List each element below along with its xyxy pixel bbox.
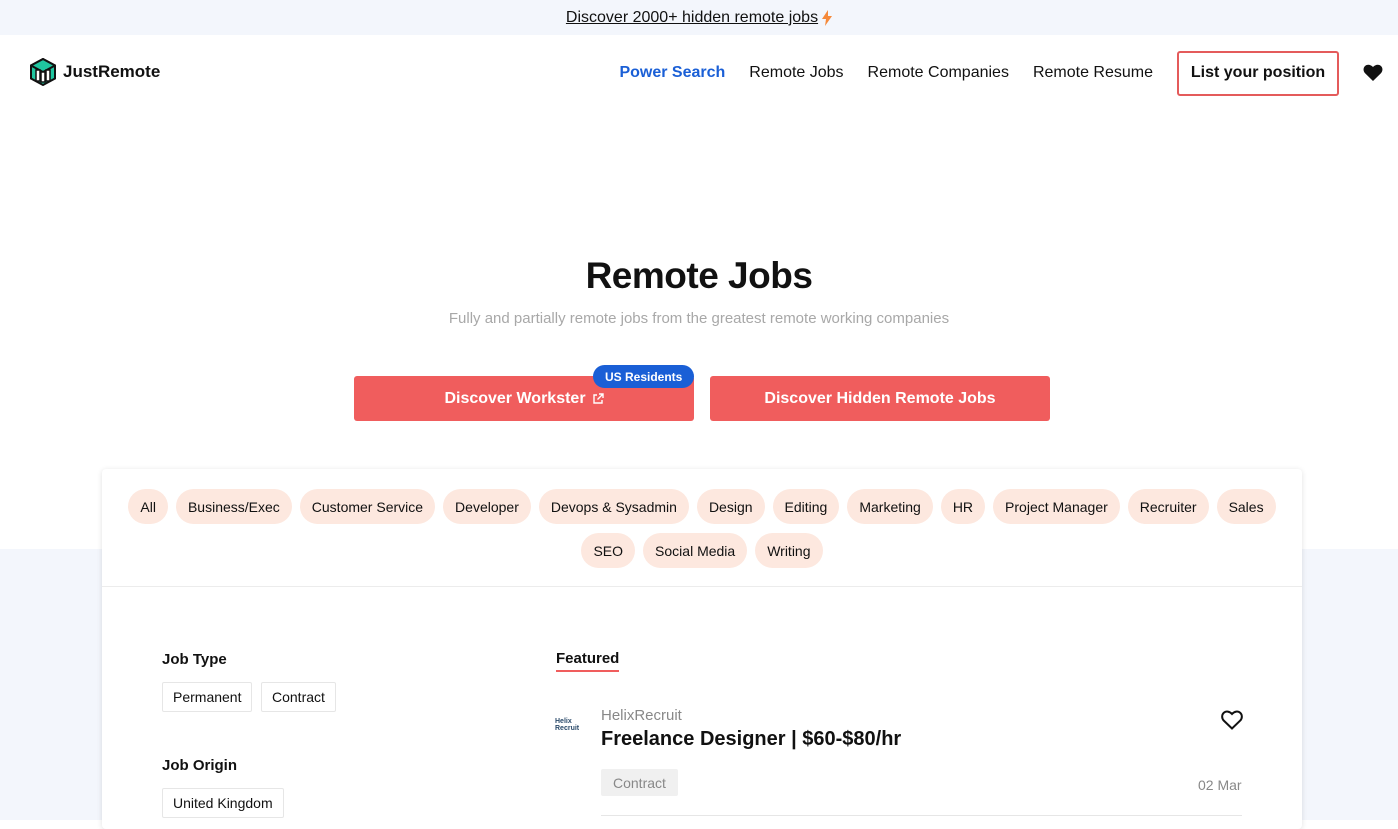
job-company: HelixRecruit <box>601 707 682 724</box>
filter-permanent[interactable]: Permanent <box>162 682 253 712</box>
category-chip[interactable]: Customer Service <box>299 489 436 524</box>
external-link-icon <box>592 392 604 404</box>
discover-workster-label: Discover Workster <box>444 389 586 407</box>
promo-link[interactable]: Discover 2000+ hidden remote jobs <box>566 9 818 27</box>
divider <box>601 815 1242 816</box>
category-chip[interactable]: Social Media <box>643 533 748 568</box>
company-logo-text-2: Recruit <box>555 725 580 732</box>
category-chip[interactable]: Developer <box>443 489 531 524</box>
jobs-card: All Business/Exec Customer Service Devel… <box>102 469 1302 829</box>
category-chip[interactable]: Writing <box>755 533 823 568</box>
category-chips: All Business/Exec Customer Service Devel… <box>102 469 1302 587</box>
justremote-logo-icon <box>30 58 56 86</box>
logo[interactable]: JustRemote <box>30 58 160 86</box>
category-chip[interactable]: Recruiter <box>1127 489 1209 524</box>
job-type-tag: Contract <box>601 769 678 796</box>
filter-contract[interactable]: Contract <box>261 682 336 712</box>
nav-power-search[interactable]: Power Search <box>619 64 725 82</box>
category-chip[interactable]: HR <box>940 489 986 524</box>
company-logo-text-1: Helix <box>555 718 572 725</box>
page-title: Remote Jobs <box>585 255 813 296</box>
save-heart-icon[interactable] <box>1221 710 1243 730</box>
category-chip[interactable]: Design <box>696 489 765 524</box>
category-chip[interactable]: Editing <box>772 489 840 524</box>
category-chip[interactable]: Devops & Sysadmin <box>538 489 689 524</box>
us-residents-badge: US Residents <box>593 365 695 388</box>
nav-remote-resume[interactable]: Remote Resume <box>1033 64 1153 82</box>
category-chip[interactable]: SEO <box>581 533 636 568</box>
filter-united-kingdom[interactable]: United Kingdom <box>162 788 284 818</box>
job-title[interactable]: Freelance Designer | $60-$80/hr <box>601 728 901 751</box>
promo-bar: Discover 2000+ hidden remote jobs <box>0 0 1398 35</box>
job-date: 02 Mar <box>1198 777 1242 793</box>
job-type-heading: Job Type <box>162 651 227 668</box>
tab-featured[interactable]: Featured <box>556 650 620 672</box>
page-subtitle: Fully and partially remote jobs from the… <box>448 310 950 327</box>
list-position-button[interactable]: List your position <box>1177 50 1339 96</box>
lightning-icon <box>822 9 833 26</box>
discover-hidden-jobs-button[interactable]: Discover Hidden Remote Jobs <box>710 376 1050 421</box>
company-logo: Helix Recruit <box>555 718 585 738</box>
category-chip[interactable]: Marketing <box>847 489 933 524</box>
nav-remote-companies[interactable]: Remote Companies <box>868 64 1009 82</box>
heart-icon[interactable] <box>1363 64 1383 82</box>
nav-remote-jobs[interactable]: Remote Jobs <box>749 64 843 82</box>
nav-links: Power Search Remote Jobs Remote Companie… <box>619 35 1398 111</box>
category-chip[interactable]: Sales <box>1216 489 1276 524</box>
job-origin-heading: Job Origin <box>162 757 237 774</box>
category-chip[interactable]: Project Manager <box>993 489 1120 524</box>
logo-text: JustRemote <box>63 62 161 81</box>
navbar: JustRemote Power Search Remote Jobs Remo… <box>0 35 1398 111</box>
category-chip[interactable]: Business/Exec <box>175 489 292 524</box>
category-chip[interactable]: All <box>128 489 168 524</box>
